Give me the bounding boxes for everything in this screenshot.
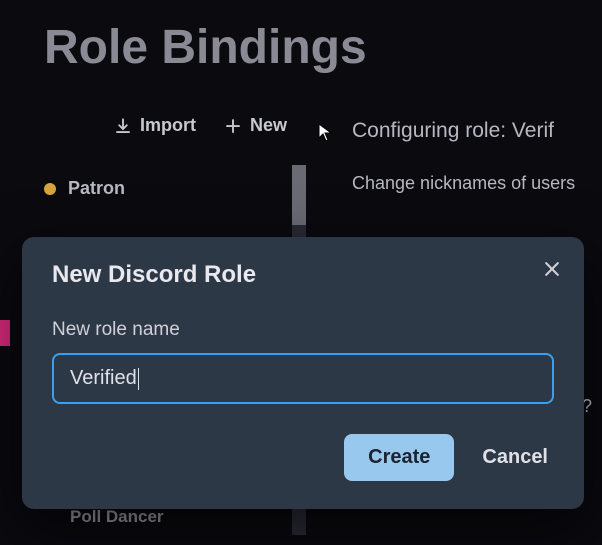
- role-item-poll-dancer[interactable]: Poll Dancer: [44, 507, 310, 527]
- role-color-dot: [44, 183, 56, 195]
- download-icon: [114, 117, 132, 135]
- config-desc: Change nicknames of users: [352, 173, 575, 194]
- role-name-label: New role name: [52, 319, 554, 341]
- scrollbar-thumb[interactable]: [292, 165, 306, 225]
- selected-role-marker: [0, 320, 10, 346]
- modal-title: New Discord Role: [52, 261, 554, 289]
- modal-actions: Create Cancel: [52, 434, 554, 481]
- toolbar: Import New: [44, 115, 310, 136]
- close-button[interactable]: [542, 259, 562, 284]
- import-label: Import: [140, 115, 196, 136]
- role-item-patron[interactable]: Patron: [44, 170, 310, 207]
- new-button[interactable]: New: [224, 115, 287, 136]
- text-caret: [138, 368, 139, 390]
- close-icon: [542, 266, 562, 283]
- config-title: Configuring role: Verif: [352, 119, 575, 143]
- page-title: Role Bindings: [0, 0, 602, 75]
- role-name-input-value: Verified: [70, 367, 137, 389]
- new-label: New: [250, 115, 287, 136]
- import-button[interactable]: Import: [114, 115, 196, 136]
- role-item-label: Patron: [68, 178, 125, 199]
- create-button[interactable]: Create: [344, 434, 454, 481]
- role-name-input[interactable]: Verified: [52, 353, 554, 404]
- plus-icon: [224, 117, 242, 135]
- new-role-modal: New Discord Role New role name Verified …: [22, 237, 584, 509]
- cancel-button[interactable]: Cancel: [482, 446, 554, 469]
